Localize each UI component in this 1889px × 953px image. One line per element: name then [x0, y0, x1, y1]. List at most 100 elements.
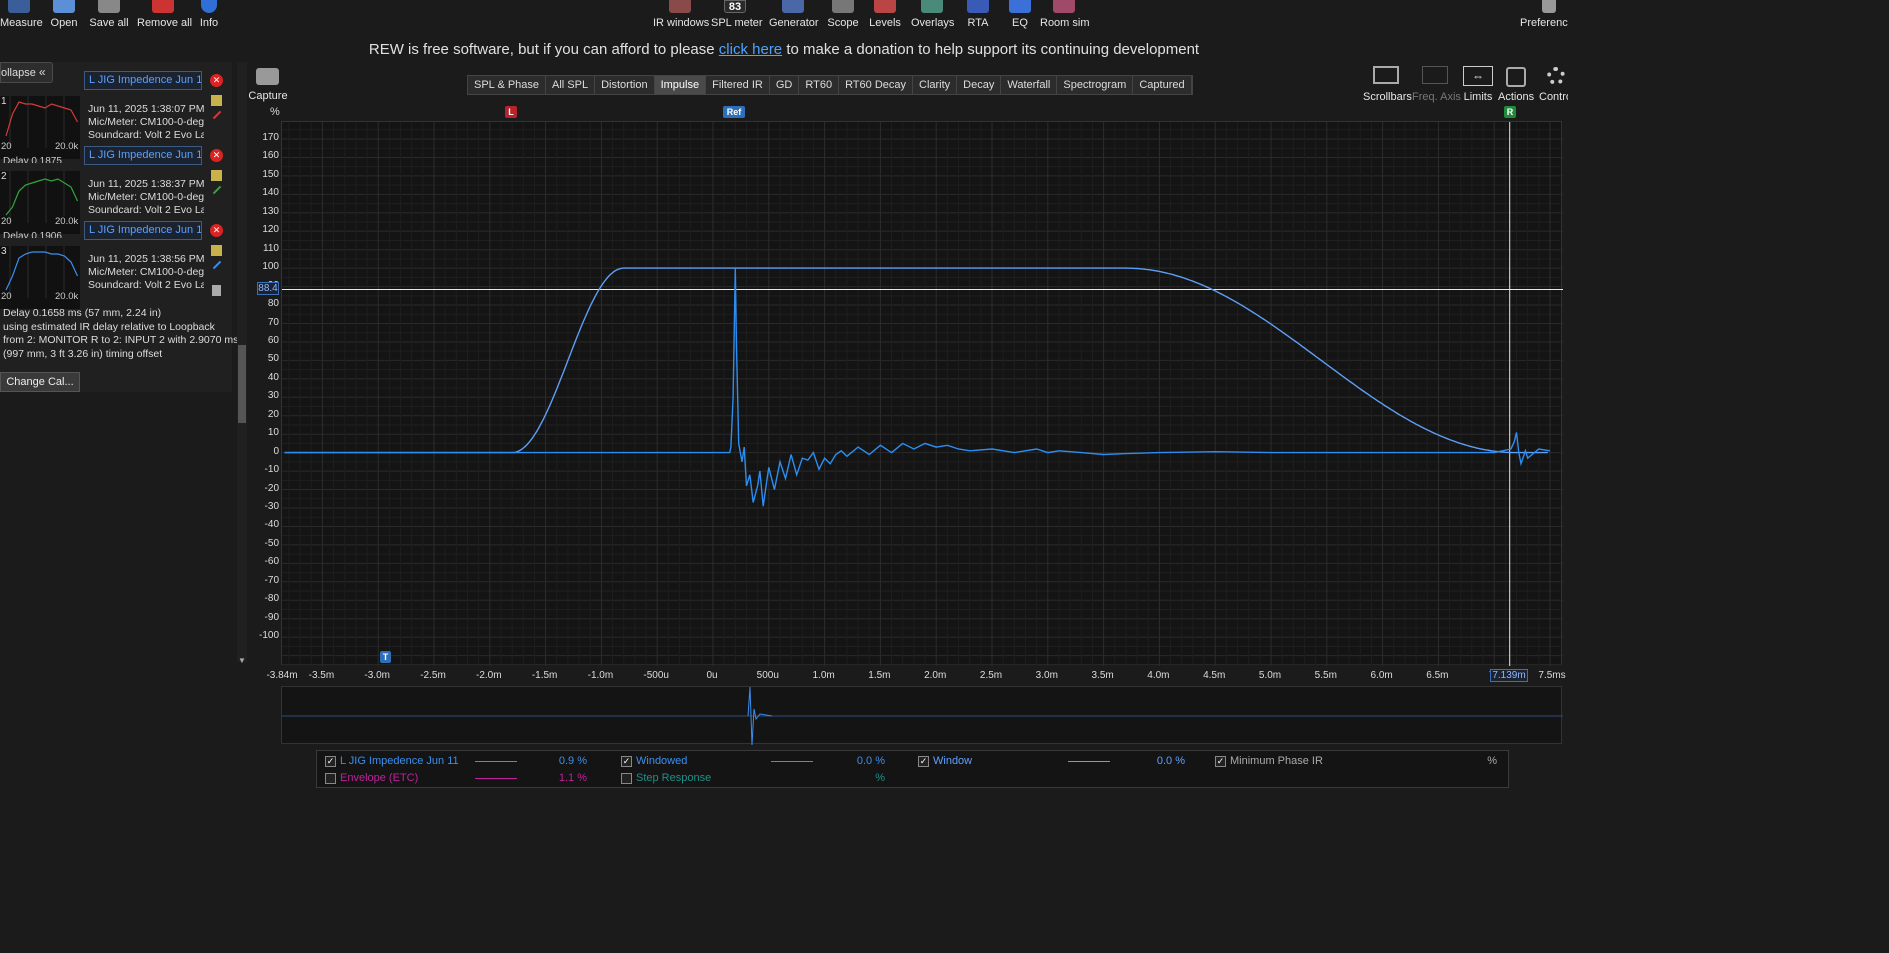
scrollbars-button[interactable]: Scrollbars: [1363, 64, 1412, 104]
preferences-button[interactable]: Preferences: [1518, 0, 1568, 32]
microphone-icon: [8, 0, 30, 13]
x-tick-label: 3.0m: [1035, 670, 1058, 681]
x-tick-label: 4.0m: [1147, 670, 1170, 681]
spl-meter-button[interactable]: 83 SPL meter: [711, 0, 763, 32]
tab-rt60-decay[interactable]: RT60 Decay: [839, 76, 913, 94]
tab-gd[interactable]: GD: [769, 76, 800, 94]
left-window-marker[interactable]: L: [505, 106, 517, 118]
generator-button[interactable]: Generator: [769, 0, 819, 32]
eq-button[interactable]: EQ: [1007, 0, 1033, 32]
y-tick-label: 110: [263, 242, 279, 254]
graph-tabs: SPL & Phase All SPL Distortion Impulse Filte…: [467, 75, 1193, 95]
eq-label: EQ: [1012, 17, 1028, 29]
overlays-icon: [921, 0, 943, 13]
scrollbars-icon: [1373, 66, 1399, 84]
legend-checkbox[interactable]: [325, 773, 336, 784]
tab-distortion[interactable]: Distortion: [595, 76, 655, 94]
right-window-marker[interactable]: R: [1504, 106, 1516, 118]
x-tick-label: -3.5m: [308, 670, 335, 681]
legend-label: L JIG Impedence Jun 11: [340, 755, 459, 767]
overview-plot[interactable]: [281, 686, 1563, 746]
delay-info: Delay 0.1658 ms (57 mm, 2.24 in) using e…: [3, 307, 238, 361]
tab-spectrogram[interactable]: Spectrogram: [1057, 76, 1134, 94]
capture-label: Capture: [248, 90, 288, 102]
rta-button[interactable]: RTA: [964, 0, 992, 32]
tab-captured[interactable]: Captured: [1133, 76, 1192, 94]
remove-measurement-icon[interactable]: ✕: [210, 74, 223, 87]
t-marker[interactable]: T: [380, 651, 391, 663]
scroll-down-icon[interactable]: ▼: [238, 656, 246, 665]
x-tick-label: 3.5m: [1091, 670, 1114, 681]
spl-meter-label: SPL meter: [711, 17, 763, 29]
measurement-delay: Delay 0.1906: [3, 231, 62, 238]
collapse-button[interactable]: ollapse «: [0, 62, 53, 83]
ref-marker[interactable]: Ref: [723, 106, 745, 118]
tab-decay[interactable]: Decay: [957, 76, 1002, 94]
tab-spl-phase[interactable]: SPL & Phase: [468, 76, 547, 94]
limits-button[interactable]: ⇔ Limits: [1461, 64, 1495, 104]
legend-value: 0.0 %: [856, 755, 885, 767]
remove-all-button[interactable]: Remove all: [137, 0, 192, 32]
tab-waterfall[interactable]: Waterfall: [1001, 76, 1058, 94]
y-tick-label: 80: [267, 298, 279, 310]
controls-button[interactable]: Contro: [1537, 64, 1568, 104]
measurement-name[interactable]: L JIG Impedence Jun 11: [84, 146, 202, 165]
room-sim-button[interactable]: Room sim: [1040, 0, 1090, 32]
save-all-button[interactable]: Save all: [89, 0, 129, 32]
remove-measurement-icon[interactable]: ✕: [210, 149, 223, 162]
measurement-name[interactable]: L JIG Impedence Jun 11: [84, 71, 202, 90]
legend-checkbox[interactable]: [621, 773, 632, 784]
generator-label: Generator: [769, 17, 819, 29]
legend-checkbox[interactable]: ✓: [325, 756, 336, 767]
impulse-plot[interactable]: [281, 121, 1563, 666]
y-tick-label: 50: [267, 353, 279, 365]
legend-checkbox[interactable]: ✓: [918, 756, 929, 767]
scope-button[interactable]: Scope: [826, 0, 860, 32]
y-tick-label: 100: [262, 261, 279, 273]
measurement-mic: Mic/Meter: CM100-0-degr: [88, 191, 204, 203]
legend-checkbox[interactable]: ✓: [621, 756, 632, 767]
remove-measurement-icon[interactable]: ✕: [210, 224, 223, 237]
measurement-name[interactable]: L JIG Impedence Jun 11: [84, 221, 202, 240]
remove-icon: [152, 0, 174, 13]
preferences-icon: [1542, 0, 1556, 13]
legend-checkbox[interactable]: ✓: [1215, 756, 1226, 767]
edit-icon[interactable]: [211, 170, 222, 181]
donate-banner: REW is free software, but if you can aff…: [0, 41, 1568, 58]
cursor-x-readout: 7.139m: [1490, 669, 1528, 682]
capture-button[interactable]: Capture: [248, 64, 288, 104]
room-sim-label: Room sim: [1040, 17, 1090, 29]
scrollbars-label: Scrollbars: [1363, 91, 1412, 103]
tab-all-spl[interactable]: All SPL: [546, 76, 596, 94]
eq-icon: [1009, 0, 1031, 13]
open-button[interactable]: Open: [47, 0, 81, 32]
ir-windows-button[interactable]: IR windows: [653, 0, 709, 32]
edit-icon[interactable]: [211, 245, 222, 256]
gear-icon: [1547, 67, 1565, 85]
measurement-fmax: 20.0k: [55, 216, 79, 227]
sidebar-scroll-thumb[interactable]: [238, 345, 246, 423]
tab-rt60[interactable]: RT60: [799, 76, 840, 94]
x-tick-label: -2.5m: [420, 670, 446, 681]
measurement-fmin: 20: [1, 291, 12, 302]
actions-button[interactable]: Actions: [1498, 64, 1534, 104]
tab-clarity[interactable]: Clarity: [913, 76, 958, 94]
open-label: Open: [50, 17, 78, 29]
measurement-date: Jun 11, 2025 1:38:56 PM: [88, 253, 204, 265]
y-tick-label: -60: [264, 556, 279, 568]
edit-icon[interactable]: [211, 95, 222, 106]
y-tick-label: -40: [264, 519, 279, 531]
notes-icon[interactable]: [212, 285, 221, 296]
overlays-button[interactable]: Overlays: [911, 0, 954, 32]
tab-impulse[interactable]: Impulse: [654, 76, 707, 94]
donate-link[interactable]: click here: [719, 41, 782, 58]
measure-button[interactable]: Measure: [0, 0, 43, 32]
measurement-index: 3: [1, 246, 7, 257]
change-cal-button[interactable]: Change Cal...: [0, 372, 80, 392]
legend-label: Step Response: [636, 772, 712, 784]
delay-info-line: using estimated IR delay relative to Loo…: [3, 320, 215, 333]
info-button[interactable]: Info: [197, 0, 221, 32]
tab-filtered-ir[interactable]: Filtered IR: [706, 76, 770, 94]
levels-button[interactable]: Levels: [869, 0, 901, 32]
x-tick-label: 5.0m: [1258, 670, 1282, 681]
